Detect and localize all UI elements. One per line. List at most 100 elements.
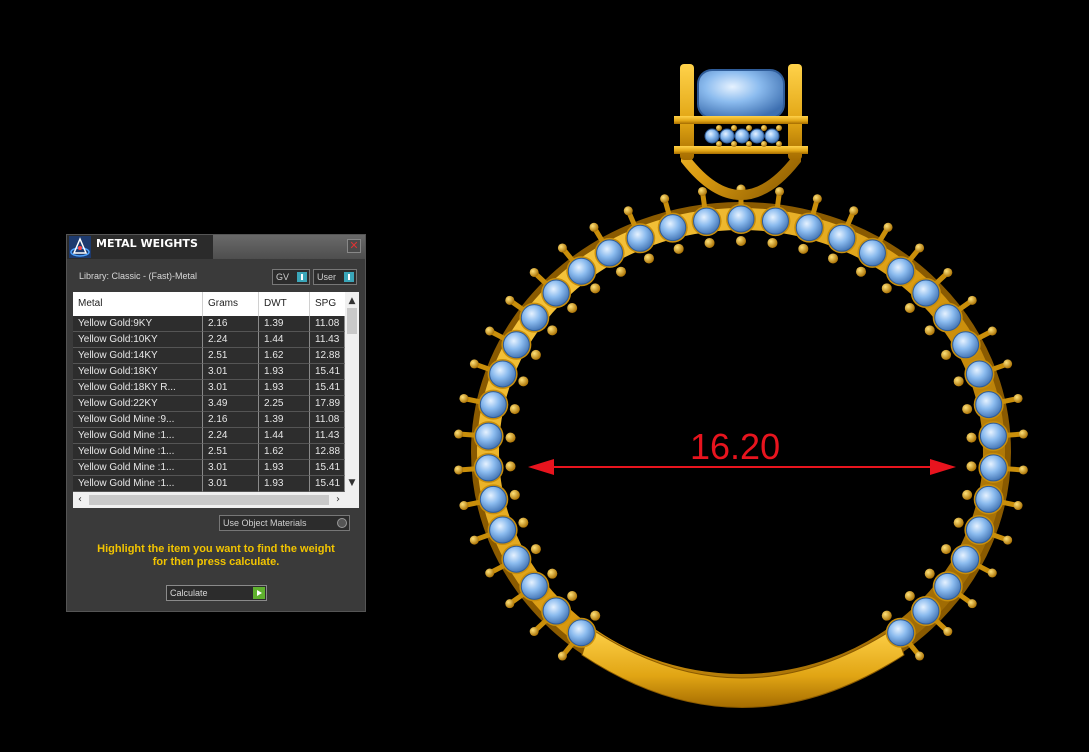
- prong-tip: [673, 243, 684, 254]
- horizontal-scrollbar[interactable]: ‹ ›: [73, 492, 359, 508]
- head-stone: [764, 128, 780, 144]
- table-row[interactable]: Yellow Gold Mine :9... 2.16 1.39 11.08: [73, 412, 345, 428]
- table-cell: Yellow Gold Mine :1...: [73, 476, 203, 492]
- stone: [887, 257, 915, 285]
- prong-tip: [1003, 359, 1013, 369]
- prong-tip: [966, 461, 977, 472]
- prong-tip: [1013, 501, 1023, 511]
- prong-tip: [643, 253, 654, 264]
- prong-tip: [557, 651, 567, 661]
- stone: [479, 485, 507, 513]
- prong-tip: [776, 125, 782, 131]
- metal-table[interactable]: Metal Grams DWT SPG Yellow Gold:9KY 2.16 1…: [73, 292, 359, 508]
- table-row[interactable]: Yellow Gold:14KY 2.51 1.62 12.88: [73, 348, 345, 364]
- head-prong: [788, 64, 802, 160]
- table-row[interactable]: Yellow Gold Mine :1... 3.01 1.93 15.41: [73, 476, 345, 492]
- scroll-right-icon[interactable]: ›: [331, 492, 345, 508]
- prong-tip: [736, 236, 746, 246]
- table-row[interactable]: Yellow Gold:18KY 3.01 1.93 15.41: [73, 364, 345, 380]
- column-header-spg[interactable]: SPG: [310, 292, 345, 316]
- panel-titlebar[interactable]: METAL WEIGHTS ✕: [67, 235, 365, 259]
- table-row[interactable]: Yellow Gold:22KY 3.49 2.25 17.89: [73, 396, 345, 412]
- head-rail: [674, 116, 808, 124]
- column-header-metal[interactable]: Metal: [73, 292, 203, 316]
- stone: [934, 572, 962, 600]
- prong-tip: [547, 568, 558, 579]
- gv-toggle[interactable]: GV: [272, 269, 310, 285]
- table-row[interactable]: Yellow Gold:9KY 2.16 1.39 11.08: [73, 316, 345, 332]
- prong-tip: [904, 591, 915, 602]
- stone: [979, 454, 1007, 482]
- stone: [479, 391, 507, 419]
- scroll-left-icon[interactable]: ‹: [73, 492, 87, 508]
- stone: [952, 545, 980, 573]
- stone: [965, 360, 993, 388]
- table-cell: 1.44: [259, 428, 310, 444]
- user-toggle[interactable]: User: [313, 269, 357, 285]
- stone: [828, 224, 856, 252]
- library-label: Library: Classic - (Fast)-Metal: [79, 271, 198, 281]
- prong-tip: [881, 283, 892, 294]
- table-cell: 3.01: [203, 380, 259, 396]
- table-cell: 1.93: [259, 476, 310, 492]
- prong-tip: [485, 326, 495, 336]
- prong-tip: [731, 141, 737, 147]
- head-prong: [680, 64, 694, 160]
- column-header-dwt[interactable]: DWT: [259, 292, 310, 316]
- prong-tip: [731, 125, 737, 131]
- stone: [596, 239, 624, 267]
- scroll-up-icon[interactable]: ▲: [345, 294, 359, 308]
- ring-band-bottom: [581, 627, 905, 708]
- column-header-grams[interactable]: Grams: [203, 292, 259, 316]
- vertical-scrollbar[interactable]: ▲ ▼: [345, 292, 359, 492]
- stone: [965, 516, 993, 544]
- scroll-thumb-horizontal[interactable]: [89, 495, 329, 505]
- table-cell: Yellow Gold Mine :1...: [73, 428, 203, 444]
- radio-icon: [337, 518, 347, 528]
- metal-weights-panel: METAL WEIGHTS ✕ Library: Classic - (Fast…: [66, 234, 366, 612]
- prong-tip: [518, 517, 529, 528]
- prong-tip: [856, 266, 867, 277]
- calculate-button[interactable]: Calculate: [166, 585, 267, 601]
- stone: [502, 331, 530, 359]
- prong-tip: [828, 253, 839, 264]
- prong-tip: [966, 432, 977, 443]
- table-cell: 11.08: [310, 412, 345, 428]
- table-cell: 2.16: [203, 316, 259, 332]
- prong-tip: [469, 359, 479, 369]
- table-row[interactable]: Yellow Gold:18KY R... 3.01 1.93 15.41: [73, 380, 345, 396]
- table-cell: 2.24: [203, 332, 259, 348]
- prong-tip: [505, 599, 515, 609]
- close-icon[interactable]: ✕: [347, 239, 361, 253]
- prong-tip: [509, 489, 520, 500]
- table-cell: Yellow Gold:14KY: [73, 348, 203, 364]
- stone: [858, 239, 886, 267]
- prong-tip: [716, 141, 722, 147]
- table-cell: 11.43: [310, 428, 345, 444]
- scroll-thumb[interactable]: [347, 308, 357, 334]
- table-row[interactable]: Yellow Gold Mine :1... 3.01 1.93 15.41: [73, 460, 345, 476]
- table-row[interactable]: Yellow Gold:10KY 2.24 1.44 11.43: [73, 332, 345, 348]
- table-cell: 2.16: [203, 412, 259, 428]
- scroll-down-icon[interactable]: ▼: [345, 476, 359, 490]
- prong-tip: [590, 610, 601, 621]
- prong-tip: [459, 501, 469, 511]
- prong-tip: [485, 568, 495, 578]
- prong-tip: [746, 141, 752, 147]
- table-row[interactable]: Yellow Gold Mine :1... 2.24 1.44 11.43: [73, 428, 345, 444]
- stone: [761, 207, 789, 235]
- prong-tip: [962, 489, 973, 500]
- stone: [693, 207, 721, 235]
- stone: [626, 224, 654, 252]
- prong-tip: [454, 429, 464, 439]
- stone: [542, 597, 570, 625]
- table-cell: 1.93: [259, 460, 310, 476]
- prong-tip: [590, 283, 601, 294]
- prong-tip: [1003, 535, 1013, 545]
- table-cell: 1.44: [259, 332, 310, 348]
- use-object-materials-toggle[interactable]: Use Object Materials: [219, 515, 350, 531]
- prong-tip: [529, 627, 539, 637]
- table-row[interactable]: Yellow Gold Mine :1... 2.51 1.62 12.88: [73, 444, 345, 460]
- table-cell: 11.08: [310, 316, 345, 332]
- stone: [659, 214, 687, 242]
